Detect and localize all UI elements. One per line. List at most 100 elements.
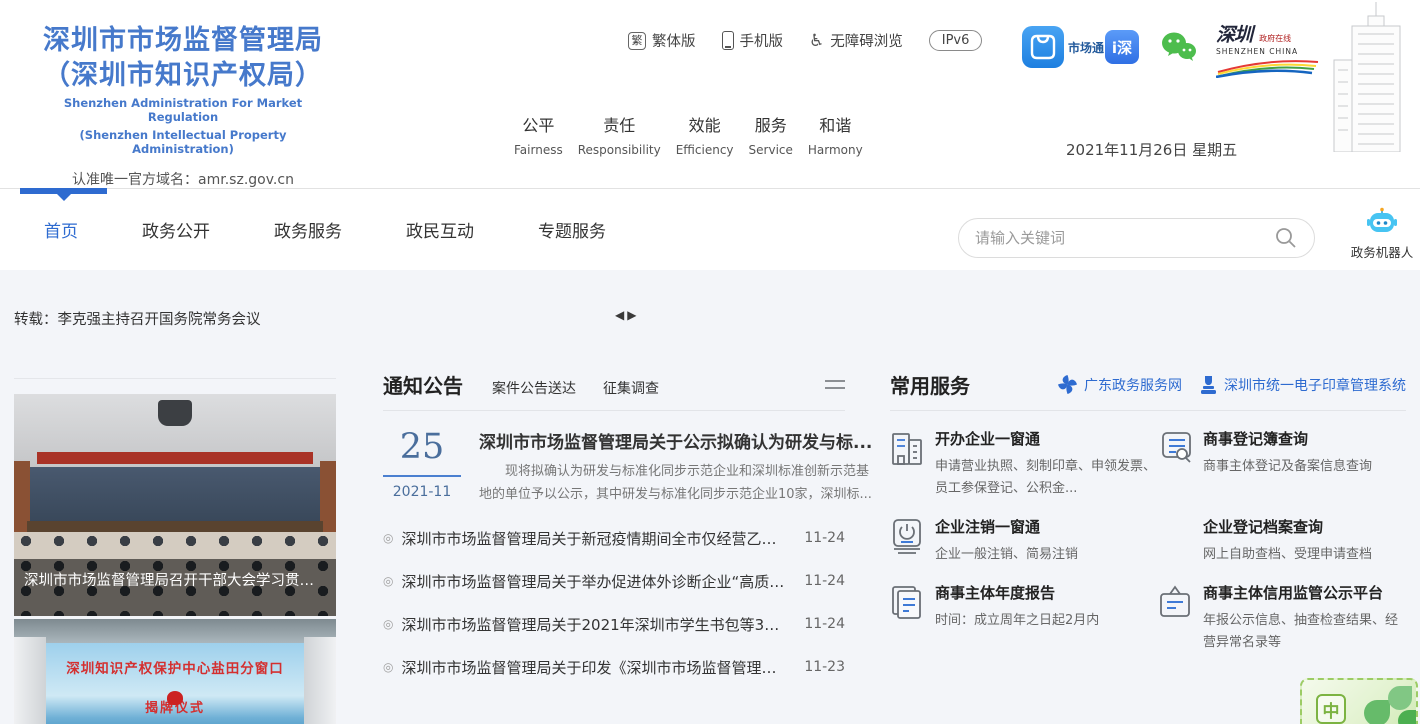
notices-divider [383,410,845,411]
clover-leaf [1388,686,1412,710]
service-credit-platform[interactable]: 商事主体信用监管公示平台 年报公示信息、抽查检查结果、经营异常名录等 [1158,582,1406,654]
phone-icon [722,31,734,50]
photo2-red-flower [167,691,183,705]
no-icon-spacer [1158,516,1203,566]
featured-title[interactable]: 深圳市市场监督管理局关于公示拟确认为研发与标... [479,428,872,453]
green-floating-widget[interactable]: 中 [1300,678,1418,724]
nav-menu: 首页 政务公开 政务服务 政民互动 专题服务 [44,217,606,242]
value-service: 服务 Service [749,112,793,157]
nav-item-special-services[interactable]: 专题服务 [538,217,606,242]
photo2-ceiling [14,619,336,643]
widget-zhong-badge: 中 [1316,694,1346,724]
active-tab-indicator [20,188,107,194]
market-app-link[interactable]: 市场通 [1022,26,1104,68]
register-search-icon [1158,428,1203,500]
services-title: 常用服务 [890,370,970,399]
clover-leaf [1398,710,1418,724]
wechat-icon[interactable] [1160,30,1198,68]
gov-robot-button[interactable]: 政务机器人 [1350,207,1414,261]
accessibility-label: 无障碍浏览 [830,30,903,51]
ticker-next-button[interactable]: ▶ [627,308,639,322]
power-book-icon [890,516,935,566]
notices-section: 通知公告 案件公告送达 征集调查 25 2021-11 深圳市市场监督管理局关于… [383,370,845,689]
photo-screen [30,467,320,525]
traditional-chinese-link[interactable]: 繁 繁体版 [628,30,696,51]
search-icon[interactable] [1274,226,1298,250]
notice-row[interactable]: ◎ 深圳市市场监督管理局关于新冠疫情期间全市仅经营乙类非... 11-24 [383,517,845,560]
photo2-pillar-right [304,637,336,724]
notice-list: ◎ 深圳市市场监督管理局关于新冠疫情期间全市仅经营乙类非... 11-24 ◎ … [383,517,845,689]
carousel-slide-ceremony[interactable]: 深圳知识产权保护中心盐田分窗口 揭牌仪式 [14,619,336,724]
featured-notice[interactable]: 25 2021-11 深圳市市场监督管理局关于公示拟确认为研发与标... 现将拟… [383,428,845,507]
photo2-pillar-left [14,637,46,724]
carousel-slide-meeting[interactable]: 深圳市市场监督管理局召开干部大会学习贯彻党的十... [14,394,336,616]
eseal-system-link[interactable]: 深圳市统一电子印章管理系统 [1199,374,1406,395]
site-header: 深圳市市场监督管理局 （深圳市知识产权局） Shenzhen Administr… [0,0,1420,188]
photo-red-banner [37,452,314,464]
ipv6-badge[interactable]: IPv6 [929,30,983,51]
building-icon [890,428,935,500]
main-navbar: 首页 政务公开 政务服务 政民互动 专题服务 政务机器人 [0,188,1420,270]
header-utilities: 繁 繁体版 手机版 ♿ 无障碍浏览 IPv6 [628,30,982,51]
logo-title-line1: 深圳市市场监督管理局 [28,24,338,59]
tab-case-announcements[interactable]: 案件公告送达 [492,378,576,398]
value-harmony: 和谐 Harmony [808,112,863,157]
services-links: 广东政务服务网 深圳市统一电子印章管理系统 [1057,374,1406,395]
service-archive-search[interactable]: 企业登记档案查询 网上自助查档、受理申请查档 [1158,516,1406,566]
official-domain-notice: 认准唯一官方域名：amr.sz.gov.cn [28,169,338,189]
tab-surveys[interactable]: 征集调查 [603,378,659,398]
headline-ticker[interactable]: 转载：李克强主持召开国务院常务会议 [14,308,261,329]
logo-en-line2: (Shenzhen Intellectual Property Administ… [28,128,338,157]
logo-title-line2: （深圳市知识产权局） [28,59,338,94]
shenzhen-gov-online-logo[interactable]: 深圳 政府在线 SHENZHEN CHINA [1216,20,1324,82]
accessibility-link[interactable]: ♿ 无障碍浏览 [809,30,903,51]
ishenzhen-app-icon[interactable]: i深 [1105,30,1139,64]
service-deregistration[interactable]: 企业注销一窗通 企业一般注销、简易注销 [890,516,1158,566]
service-annual-report[interactable]: 商事主体年度报告 时间：成立周年之日起2月内 [890,582,1158,654]
featured-day: 25 [383,428,461,477]
mobile-version-link[interactable]: 手机版 [722,30,784,51]
main-content: 转载：李克强主持召开国务院常务会议 ◀▶ 深圳市市场监督管理局召开干部大会学习贯… [0,270,1420,724]
traditional-label: 繁体版 [652,30,696,51]
notices-more-icon[interactable] [825,375,845,394]
seal-stamp-icon [1199,375,1218,395]
carousel-caption: 深圳市市场监督管理局召开干部大会学习贯彻党的十... [14,559,336,616]
market-app-icon [1022,26,1064,68]
search-input[interactable] [975,229,1274,247]
sz-logo-script: 深圳 [1216,24,1252,46]
annual-report-icon [890,582,935,654]
rainbow-swoosh [1216,56,1320,78]
notices-tabs: 案件公告送达 征集调查 [492,378,659,398]
photo-carousel: 深圳市市场监督管理局召开干部大会学习贯彻党的十... 深圳知识产权保护中心盐田分… [14,378,336,724]
sz-logo-red-text: 政府在线 [1259,34,1291,43]
value-responsibility: 责任 Responsibility [578,112,661,157]
bullet-icon: ◎ [383,660,393,674]
site-logo[interactable]: 深圳市市场监督管理局 （深圳市知识产权局） Shenzhen Administr… [28,24,338,189]
notice-row[interactable]: ◎ 深圳市市场监督管理局关于举办促进体外诊断企业“高质量... 11-24 [383,560,845,603]
photo-projector [158,400,192,426]
value-efficiency: 效能 Efficiency [676,112,734,157]
services-grid: 开办企业一窗通 申请营业执照、刻制印章、申领发票、员工参保登记、公积金... [890,428,1406,654]
building-sketch-image [1318,0,1418,156]
notices-title[interactable]: 通知公告 [383,370,463,399]
pinwheel-icon [1057,374,1078,395]
nav-item-gov-services[interactable]: 政务服务 [274,217,342,242]
nav-item-gov-disclosure[interactable]: 政务公开 [142,217,210,242]
core-values-row: 公平 Fairness 责任 Responsibility 效能 Efficie… [514,112,863,157]
notice-row[interactable]: ◎ 深圳市市场监督管理局关于2021年深圳市学生书包等3类产... 11-24 [383,603,845,646]
guangdong-gov-services-link[interactable]: 广东政务服务网 [1057,374,1182,395]
ticker-prev-button[interactable]: ◀ [615,308,627,322]
notice-board-icon [1158,582,1203,654]
service-open-business[interactable]: 开办企业一窗通 申请营业执照、刻制印章、申领发票、员工参保登记、公积金... [890,428,1158,500]
service-registry-search[interactable]: 商事登记簿查询 商事主体登记及备案信息查询 [1158,428,1406,500]
photo2-banner-line1: 深圳知识产权保护中心盐田分窗口 [46,657,304,677]
search-box [958,218,1315,258]
nav-item-home[interactable]: 首页 [44,217,78,242]
nav-item-interaction[interactable]: 政民互动 [406,217,474,242]
logo-en-line1: Shenzhen Administration For Market Regul… [28,96,338,125]
services-section: 常用服务 广东政务服务网 [890,370,1406,654]
current-date: 2021年11月26日 星期五 [1066,139,1237,160]
clover-leaf [1364,700,1390,724]
services-divider [890,410,1406,411]
notice-row[interactable]: ◎ 深圳市市场监督管理局关于印发《深圳市市场监督管理局商... 11-23 [383,646,845,689]
